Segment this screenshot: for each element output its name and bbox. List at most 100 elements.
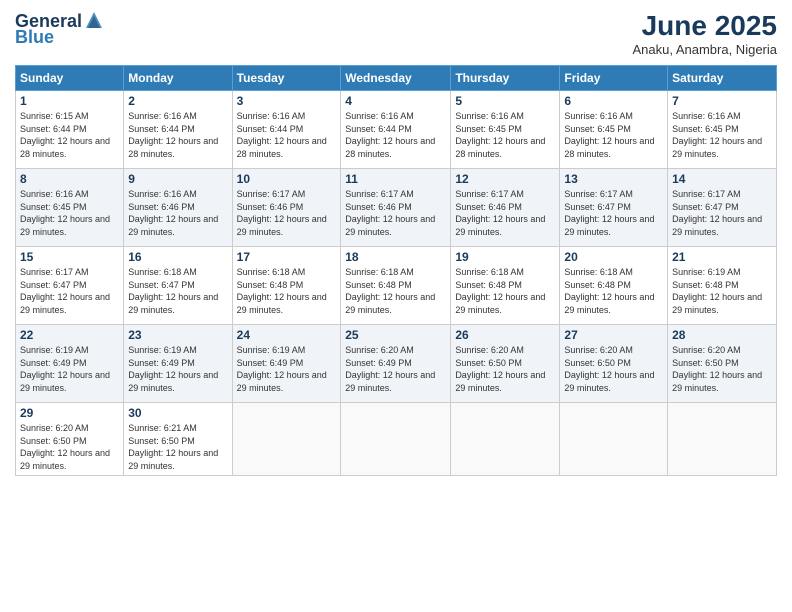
day-info: Sunrise: 6:20 AMSunset: 6:50 PMDaylight:…: [564, 344, 663, 394]
table-row: 30 Sunrise: 6:21 AMSunset: 6:50 PMDayligh…: [124, 403, 232, 476]
table-row: [232, 403, 341, 476]
day-number: 11: [345, 172, 446, 186]
day-number: 19: [455, 250, 555, 264]
day-info: Sunrise: 6:16 AMSunset: 6:44 PMDaylight:…: [345, 110, 446, 160]
calendar-table: Sunday Monday Tuesday Wednesday Thursday…: [15, 65, 777, 476]
day-info: Sunrise: 6:18 AMSunset: 6:48 PMDaylight:…: [455, 266, 555, 316]
day-info: Sunrise: 6:18 AMSunset: 6:48 PMDaylight:…: [345, 266, 446, 316]
table-row: [341, 403, 451, 476]
table-row: 8 Sunrise: 6:16 AMSunset: 6:45 PMDaylight…: [16, 169, 124, 247]
day-info: Sunrise: 6:17 AMSunset: 6:46 PMDaylight:…: [345, 188, 446, 238]
table-row: 27 Sunrise: 6:20 AMSunset: 6:50 PMDayligh…: [560, 325, 668, 403]
day-info: Sunrise: 6:20 AMSunset: 6:49 PMDaylight:…: [345, 344, 446, 394]
table-row: 22 Sunrise: 6:19 AMSunset: 6:49 PMDayligh…: [16, 325, 124, 403]
table-row: 4Sunrise: 6:16 AMSunset: 6:44 PMDaylight…: [341, 91, 451, 169]
day-number: 23: [128, 328, 227, 342]
table-row: 9 Sunrise: 6:16 AMSunset: 6:46 PMDaylight…: [124, 169, 232, 247]
table-row: [668, 403, 777, 476]
table-row: 6 Sunrise: 6:16 AMSunset: 6:45 PMDaylight…: [560, 91, 668, 169]
day-number: 26: [455, 328, 555, 342]
table-row: 25 Sunrise: 6:20 AMSunset: 6:49 PMDayligh…: [341, 325, 451, 403]
day-number: 10: [237, 172, 337, 186]
table-row: [451, 403, 560, 476]
day-number: 28: [672, 328, 772, 342]
day-info: Sunrise: 6:16 AMSunset: 6:44 PMDaylight:…: [128, 110, 227, 160]
header: General Blue June 2025 Anaku, Anambra, N…: [15, 10, 777, 57]
table-row: 2 Sunrise: 6:16 AMSunset: 6:44 PMDaylight…: [124, 91, 232, 169]
day-info: Sunrise: 6:20 AMSunset: 6:50 PMDaylight:…: [20, 422, 119, 472]
table-row: 3Sunrise: 6:16 AMSunset: 6:44 PMDaylight…: [232, 91, 341, 169]
col-friday: Friday: [560, 66, 668, 91]
day-number: 6: [564, 94, 663, 108]
day-info: Sunrise: 6:16 AMSunset: 6:45 PMDaylight:…: [20, 188, 119, 238]
day-number: 22: [20, 328, 119, 342]
table-row: 24 Sunrise: 6:19 AMSunset: 6:49 PMDayligh…: [232, 325, 341, 403]
day-info: Sunrise: 6:16 AMSunset: 6:46 PMDaylight:…: [128, 188, 227, 238]
day-number: 12: [455, 172, 555, 186]
page: General Blue June 2025 Anaku, Anambra, N…: [0, 0, 792, 612]
day-info: Sunrise: 6:18 AMSunset: 6:48 PMDaylight:…: [237, 266, 337, 316]
table-row: 5 Sunrise: 6:16 AMSunset: 6:45 PMDaylight…: [451, 91, 560, 169]
day-number: 13: [564, 172, 663, 186]
table-row: 19 Sunrise: 6:18 AMSunset: 6:48 PMDayligh…: [451, 247, 560, 325]
subtitle: Anaku, Anambra, Nigeria: [632, 42, 777, 57]
day-number: 5: [455, 94, 555, 108]
day-info: Sunrise: 6:17 AMSunset: 6:46 PMDaylight:…: [455, 188, 555, 238]
day-number: 27: [564, 328, 663, 342]
day-info: Sunrise: 6:16 AMSunset: 6:45 PMDaylight:…: [564, 110, 663, 160]
day-number: 29: [20, 406, 119, 420]
table-row: 28 Sunrise: 6:20 AMSunset: 6:50 PMDayligh…: [668, 325, 777, 403]
day-number: 9: [128, 172, 227, 186]
day-info: Sunrise: 6:17 AMSunset: 6:47 PMDaylight:…: [564, 188, 663, 238]
day-number: 16: [128, 250, 227, 264]
col-thursday: Thursday: [451, 66, 560, 91]
title-block: June 2025 Anaku, Anambra, Nigeria: [632, 10, 777, 57]
day-info: Sunrise: 6:18 AMSunset: 6:48 PMDaylight:…: [564, 266, 663, 316]
table-row: 17 Sunrise: 6:18 AMSunset: 6:48 PMDayligh…: [232, 247, 341, 325]
day-number: 8: [20, 172, 119, 186]
day-number: 7: [672, 94, 772, 108]
day-number: 21: [672, 250, 772, 264]
logo-blue-text: Blue: [15, 28, 54, 46]
day-number: 18: [345, 250, 446, 264]
day-info: Sunrise: 6:19 AMSunset: 6:49 PMDaylight:…: [237, 344, 337, 394]
table-row: 7 Sunrise: 6:16 AMSunset: 6:45 PMDaylight…: [668, 91, 777, 169]
day-info: Sunrise: 6:20 AMSunset: 6:50 PMDaylight:…: [672, 344, 772, 394]
table-row: 20 Sunrise: 6:18 AMSunset: 6:48 PMDayligh…: [560, 247, 668, 325]
day-number: 24: [237, 328, 337, 342]
day-number: 25: [345, 328, 446, 342]
day-info: Sunrise: 6:16 AMSunset: 6:45 PMDaylight:…: [455, 110, 555, 160]
table-row: [560, 403, 668, 476]
table-row: 18 Sunrise: 6:18 AMSunset: 6:48 PMDayligh…: [341, 247, 451, 325]
col-saturday: Saturday: [668, 66, 777, 91]
table-row: 15Sunrise: 6:17 AMSunset: 6:47 PMDayligh…: [16, 247, 124, 325]
logo-icon: [84, 10, 104, 32]
table-row: 13 Sunrise: 6:17 AMSunset: 6:47 PMDayligh…: [560, 169, 668, 247]
day-number: 14: [672, 172, 772, 186]
col-sunday: Sunday: [16, 66, 124, 91]
day-info: Sunrise: 6:19 AMSunset: 6:48 PMDaylight:…: [672, 266, 772, 316]
day-info: Sunrise: 6:19 AMSunset: 6:49 PMDaylight:…: [128, 344, 227, 394]
day-info: Sunrise: 6:17 AMSunset: 6:47 PMDaylight:…: [20, 266, 119, 316]
table-row: 23 Sunrise: 6:19 AMSunset: 6:49 PMDayligh…: [124, 325, 232, 403]
day-number: 3: [237, 94, 337, 108]
day-number: 20: [564, 250, 663, 264]
col-monday: Monday: [124, 66, 232, 91]
table-row: 12 Sunrise: 6:17 AMSunset: 6:46 PMDayligh…: [451, 169, 560, 247]
col-wednesday: Wednesday: [341, 66, 451, 91]
day-info: Sunrise: 6:16 AMSunset: 6:45 PMDaylight:…: [672, 110, 772, 160]
day-number: 17: [237, 250, 337, 264]
table-row: 29 Sunrise: 6:20 AMSunset: 6:50 PMDayligh…: [16, 403, 124, 476]
day-info: Sunrise: 6:15 AMSunset: 6:44 PMDaylight:…: [20, 110, 119, 160]
table-row: 11 Sunrise: 6:17 AMSunset: 6:46 PMDayligh…: [341, 169, 451, 247]
day-info: Sunrise: 6:20 AMSunset: 6:50 PMDaylight:…: [455, 344, 555, 394]
day-number: 2: [128, 94, 227, 108]
day-number: 30: [128, 406, 227, 420]
day-info: Sunrise: 6:21 AMSunset: 6:50 PMDaylight:…: [128, 422, 227, 472]
day-info: Sunrise: 6:17 AMSunset: 6:47 PMDaylight:…: [672, 188, 772, 238]
table-row: 16Sunrise: 6:18 AMSunset: 6:47 PMDayligh…: [124, 247, 232, 325]
table-row: 26 Sunrise: 6:20 AMSunset: 6:50 PMDayligh…: [451, 325, 560, 403]
day-info: Sunrise: 6:19 AMSunset: 6:49 PMDaylight:…: [20, 344, 119, 394]
main-title: June 2025: [632, 10, 777, 42]
col-tuesday: Tuesday: [232, 66, 341, 91]
